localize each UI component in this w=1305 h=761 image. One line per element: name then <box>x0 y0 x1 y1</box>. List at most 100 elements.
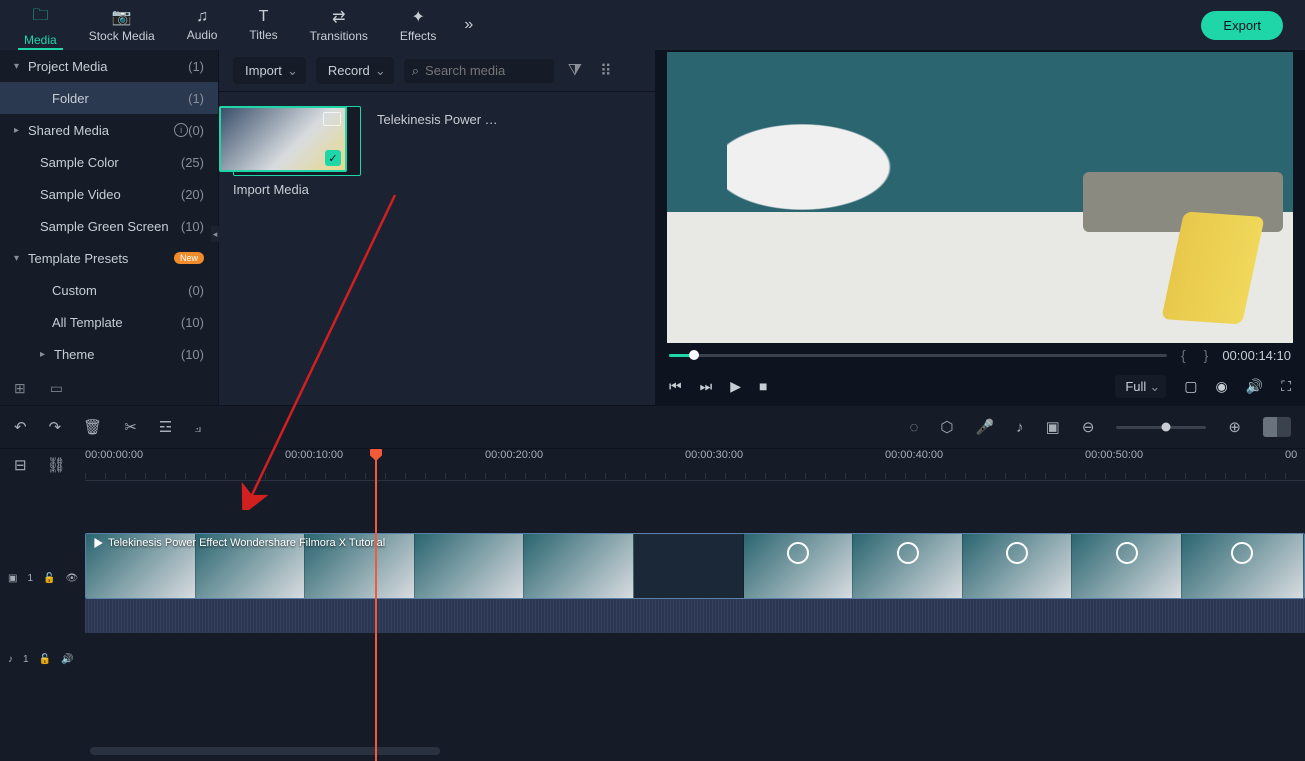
clip-thumbnail[interactable]: ✓ <box>219 106 347 172</box>
video-track-row: ▣1 🔓 👁 Telekinesis Power Effect Wondersh… <box>0 533 1305 623</box>
sidebar-project-media[interactable]: ▾ Project Media (1) <box>0 50 218 82</box>
sidebar-shared-media[interactable]: ▸ Shared Media i (0) <box>0 114 218 146</box>
marker-icon[interactable]: ⬡ <box>940 418 953 436</box>
chevron-down-icon: ▾ <box>14 253 28 264</box>
export-button[interactable]: Export <box>1201 11 1283 40</box>
split-icon[interactable]: ✂ <box>124 418 137 436</box>
lock-icon[interactable]: 🔓 <box>43 573 55 584</box>
search-wrapper: ⌕ <box>404 59 554 83</box>
more-tabs-icon[interactable]: » <box>452 16 485 34</box>
tab-transitions-label: Transitions <box>310 29 368 43</box>
ruler-label: 00:00:50:00 <box>1085 449 1143 461</box>
mark-in-icon[interactable]: { <box>1177 347 1190 363</box>
voiceover-icon[interactable]: 🎤 <box>975 418 994 436</box>
scrubber-row: { } 00:00:14:10 <box>655 343 1305 367</box>
audio-track-body[interactable] <box>85 643 1305 675</box>
audio-mixer-icon[interactable]: ♪ <box>1016 419 1024 436</box>
zoom-slider[interactable] <box>1116 426 1206 429</box>
timeline-scrollbar[interactable] <box>90 747 440 755</box>
prev-frame-icon[interactable]: ⏮ <box>669 378 682 395</box>
volume-icon[interactable]: 🔊 <box>1246 378 1263 395</box>
track-manager-icon[interactable]: ⊟ <box>14 456 27 474</box>
mark-out-icon[interactable]: } <box>1200 347 1213 363</box>
lock-icon[interactable]: 🔓 <box>39 654 51 665</box>
clip-waveform[interactable] <box>85 599 1305 633</box>
sidebar-all-template[interactable]: All Template (10) <box>0 306 218 338</box>
undo-icon[interactable]: ↶ <box>14 418 27 436</box>
sidebar-label: All Template <box>52 315 181 330</box>
folder-outline-icon[interactable]: ▭ <box>50 380 63 397</box>
timeline-toolbar: ↶ ↷ 🗑 ✂ ☲ ⟓ ◌ ⬡ 🎤 ♪ ▣ ⊖ ⊕ <box>0 405 1305 449</box>
resolution-select[interactable]: Full <box>1115 375 1166 398</box>
tab-media-label: Media <box>24 33 57 47</box>
sidebar-count: (0) <box>188 283 204 298</box>
collapse-panel-icon[interactable]: ◂ <box>211 226 219 242</box>
ruler-label: 00 <box>1285 449 1297 461</box>
grid-view-icon[interactable]: ⠿ <box>596 61 616 81</box>
timeline: ⊟ ⛓ 00:00:00:00 00:00:10:00 00:00:20:00 … <box>0 449 1305 761</box>
fullscreen-icon[interactable]: ⛶ <box>1281 378 1291 395</box>
snapshot-icon[interactable]: ◉ <box>1216 378 1228 395</box>
tab-transitions[interactable]: ⇄ Transitions <box>294 0 384 50</box>
sidebar-label: Template Presets <box>28 251 168 266</box>
sidebar-custom[interactable]: Custom (0) <box>0 274 218 306</box>
audio-track-icon: ♪ <box>8 654 13 665</box>
display-icon[interactable]: ▢ <box>1184 378 1197 395</box>
media-clip-card[interactable]: ✓ Telekinesis Power Eff... <box>377 106 505 127</box>
sidebar-footer: ⊞ ▭ <box>0 370 218 405</box>
render-icon[interactable]: ◌ <box>909 419 918 436</box>
playhead[interactable] <box>375 449 377 761</box>
sidebar-sample-video[interactable]: Sample Video (20) <box>0 178 218 210</box>
scrub-knob[interactable] <box>689 350 699 360</box>
camera-icon: 📷 <box>112 7 132 27</box>
timeline-ruler[interactable]: 00:00:00:00 00:00:10:00 00:00:20:00 00:0… <box>85 449 1305 481</box>
chevron-down-icon: ▾ <box>14 61 28 72</box>
tab-media[interactable]: 🗀 Media <box>8 0 73 50</box>
media-toolbar: Import Record ⌕ ⧩ ⠿ <box>219 50 655 92</box>
search-input[interactable] <box>425 63 546 78</box>
stop-icon[interactable]: ■ <box>759 378 767 394</box>
zoom-in-icon[interactable]: ⊕ <box>1228 418 1241 436</box>
video-track-body[interactable]: Telekinesis Power Effect Wondershare Fil… <box>85 533 1305 623</box>
sidebar-sample-color[interactable]: Sample Color (25) <box>0 146 218 178</box>
tab-stock-media[interactable]: 📷 Stock Media <box>73 0 171 50</box>
ruler-controls: ⊟ ⛓ <box>0 449 85 481</box>
visibility-icon[interactable]: 👁 <box>65 573 78 584</box>
link-icon[interactable]: ⛓ <box>47 456 66 474</box>
sidebar-folder[interactable]: Folder (1) <box>0 82 218 114</box>
timeline-view-toggle[interactable] <box>1263 417 1291 437</box>
timeline-clip[interactable]: Telekinesis Power Effect Wondershare Fil… <box>85 533 1305 599</box>
zoom-knob[interactable] <box>1161 423 1170 432</box>
delete-icon[interactable]: 🗑 <box>83 418 102 436</box>
clip-title: Telekinesis Power Effect Wondershare Fil… <box>92 537 385 549</box>
media-panel: ◂ Import Record ⌕ ⧩ ⠿ + Import Media ✓ T… <box>218 50 655 405</box>
import-dropdown[interactable]: Import <box>233 57 306 84</box>
sidebar-template-presets[interactable]: ▾ Template Presets New <box>0 242 218 274</box>
redo-icon[interactable]: ↷ <box>49 418 62 436</box>
tab-effects[interactable]: ✦ Effects <box>384 0 452 50</box>
step-forward-icon[interactable]: ⏭ <box>700 378 713 395</box>
folder-icon: 🗀 <box>32 4 48 31</box>
filter-icon[interactable]: ⧩ <box>564 62 586 80</box>
sidebar-theme[interactable]: ▸ Theme (10) <box>0 338 218 370</box>
adjust-icon[interactable]: ☲ <box>159 418 172 436</box>
mute-icon[interactable]: 🔊 <box>61 654 73 665</box>
tab-titles[interactable]: T Titles <box>233 0 293 50</box>
record-dropdown[interactable]: Record <box>316 57 394 84</box>
play-icon[interactable]: ▶ <box>730 378 741 395</box>
media-sidebar: ▾ Project Media (1) Folder (1) ▸ Shared … <box>0 50 218 405</box>
crop-icon[interactable]: ▣ <box>1046 418 1060 436</box>
checkmark-icon: ✓ <box>325 150 341 166</box>
audio-wave-icon[interactable]: ⟓ <box>194 419 201 436</box>
audio-track-row: ♪1 🔓 🔊 <box>0 643 1305 675</box>
media-grid: + Import Media ✓ Telekinesis Power Eff..… <box>219 92 655 405</box>
zoom-out-icon[interactable]: ⊖ <box>1082 418 1095 436</box>
preview-scrubber[interactable] <box>669 354 1167 357</box>
tab-audio[interactable]: ♫ Audio <box>171 0 234 50</box>
main-area: ▾ Project Media (1) Folder (1) ▸ Shared … <box>0 50 1305 405</box>
sidebar-count: (0) <box>188 123 204 138</box>
preview-viewport[interactable] <box>667 52 1293 343</box>
sidebar-sample-green[interactable]: Sample Green Screen (10) <box>0 210 218 242</box>
new-folder-icon[interactable]: ⊞ <box>14 380 26 397</box>
preview-timecode: 00:00:14:10 <box>1222 348 1291 363</box>
